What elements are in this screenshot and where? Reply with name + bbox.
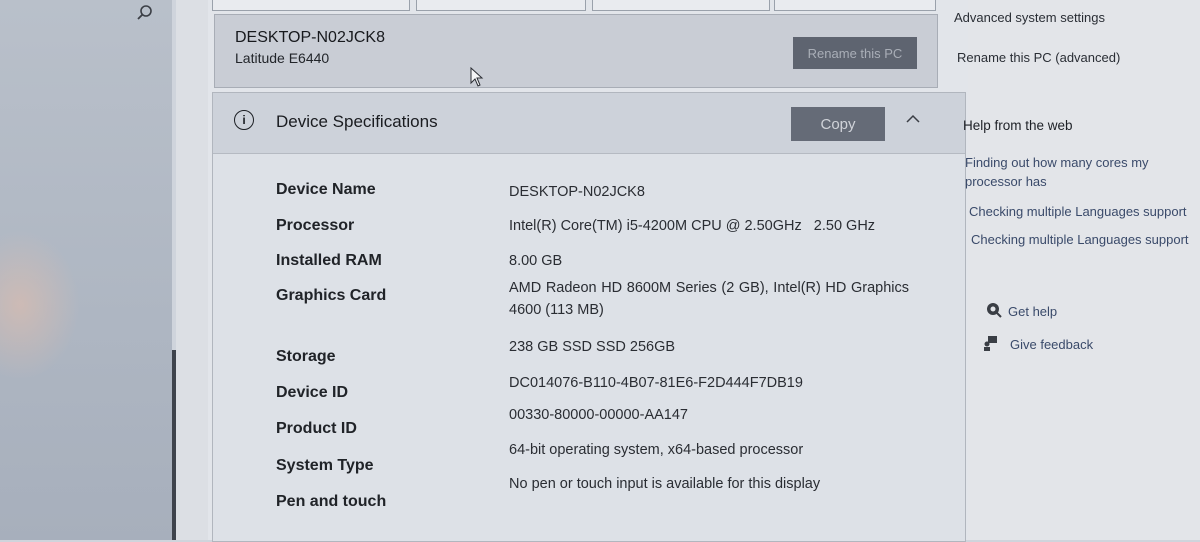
- top-button-stub[interactable]: [416, 0, 586, 11]
- left-navigation-pane: [0, 0, 172, 540]
- spec-value: 00330-80000-00000-AA147: [509, 407, 688, 423]
- spec-value: 8.00 GB: [509, 253, 563, 269]
- help-link-cores[interactable]: Finding out how many cores my processor …: [965, 153, 1175, 191]
- spec-value: No pen or touch input is available for t…: [509, 476, 821, 492]
- spec-value: AMD Radeon HD 8600M Series (2 GB), Intel…: [509, 280, 909, 318]
- get-help-link[interactable]: Get help: [1008, 302, 1057, 321]
- spec-label: Graphics Card: [276, 287, 387, 304]
- top-buttons-strip: [212, 0, 937, 12]
- top-button-stub[interactable]: [592, 0, 770, 11]
- related-settings-pane: Advanced system settings Rename this PC …: [954, 0, 1200, 540]
- give-feedback-link[interactable]: Give feedback: [1010, 335, 1093, 354]
- rename-pc-advanced-link[interactable]: Rename this PC (advanced): [957, 50, 1120, 65]
- screen-glare: [0, 230, 80, 380]
- help-link-languages[interactable]: Checking multiple Languages support: [969, 202, 1199, 221]
- spec-label: Product ID: [276, 420, 357, 437]
- spec-label: Installed RAM: [276, 252, 382, 269]
- device-specifications-title: Device Specifications: [276, 112, 438, 131]
- top-button-stub[interactable]: [212, 0, 410, 11]
- pc-name-card: DESKTOP-N02JCK8 Latitude E6440 Rename th…: [214, 14, 938, 88]
- spec-value: DESKTOP-N02JCK8: [509, 184, 645, 200]
- spec-value: Intel(R) Core(TM) i5-4200M CPU @ 2.50GHz…: [509, 218, 876, 234]
- help-link-languages-2[interactable]: Checking multiple Languages support: [971, 230, 1200, 249]
- spec-label: Device Name: [276, 181, 376, 198]
- spec-label: Device ID: [276, 384, 349, 401]
- info-icon: i: [234, 110, 254, 130]
- top-button-stub[interactable]: [774, 0, 936, 11]
- help-from-web-heading: Help from the web: [963, 118, 1073, 133]
- spec-label: Storage: [276, 348, 336, 365]
- rename-pc-button[interactable]: Rename this PC: [793, 37, 917, 69]
- gutter: [176, 0, 208, 540]
- chevron-up-icon[interactable]: [905, 113, 921, 125]
- device-specifications-header[interactable]: i Device Specifications Copy: [213, 93, 965, 154]
- copy-button[interactable]: Copy: [791, 107, 885, 141]
- advanced-system-settings-link[interactable]: Advanced system settings: [954, 10, 1105, 25]
- spec-value: DC014076-B110-4B07-81E6-F2D444F7DB19: [509, 375, 803, 391]
- spec-label: System Type: [276, 457, 374, 474]
- give-feedback-icon[interactable]: [982, 335, 998, 351]
- spec-label: Processor: [276, 217, 355, 234]
- spec-value: 64-bit operating system, x64-based proce…: [509, 442, 804, 458]
- spec-value: 238 GB SSD SSD 256GB: [509, 339, 676, 355]
- device-specifications-card: i Device Specifications Copy Device Name…: [212, 92, 966, 542]
- pc-name: DESKTOP-N02JCK8: [235, 29, 385, 46]
- search-icon[interactable]: [136, 4, 154, 22]
- mouse-pointer-icon: [470, 67, 484, 87]
- get-help-icon[interactable]: [986, 302, 1002, 318]
- pc-model: Latitude E6440: [235, 50, 330, 66]
- spec-label: Pen and touch: [276, 493, 387, 510]
